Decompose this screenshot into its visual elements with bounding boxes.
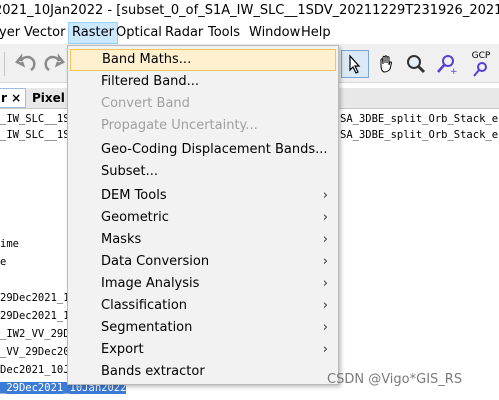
menu-item-dem-tools[interactable]: DEM Tools › — [70, 185, 336, 207]
menu-item-label: Subset... — [101, 164, 159, 179]
menu-item-filtered-band[interactable]: Filtered Band... — [70, 71, 336, 93]
tree-line[interactable]: e — [0, 256, 6, 268]
pin-tool-icon[interactable]: + — [432, 50, 460, 78]
tree-line[interactable]: _IW_SLC__1SD — [0, 129, 76, 141]
menu-item-label: Bands extractor — [101, 364, 205, 379]
menu-item-label: Data Conversion — [101, 254, 210, 269]
pan-hand-icon[interactable] — [372, 50, 400, 78]
menu-item-label: Geo-Coding Displacement Bands... — [101, 142, 328, 157]
submenu-arrow-icon: › — [322, 254, 328, 269]
menu-item-geometric[interactable]: Geometric › — [70, 207, 336, 229]
submenu-arrow-icon: › — [322, 210, 328, 225]
menu-window[interactable]: Window — [246, 22, 303, 44]
svg-text:+: + — [450, 67, 457, 75]
menu-item-label: DEM Tools — [101, 188, 167, 203]
menu-item-band-maths[interactable]: Band Maths... — [70, 49, 336, 71]
menu-item-label: Masks — [101, 232, 142, 247]
menu-item-label: Export — [101, 342, 144, 357]
gcp-label: GCP — [471, 50, 491, 61]
tree-line[interactable]: 29Dec2021_10 — [0, 292, 76, 304]
submenu-arrow-icon: › — [322, 188, 328, 203]
tree-line[interactable]: _IW2_VV_29De — [0, 328, 76, 340]
menu-item-label: Geometric — [101, 210, 169, 225]
undo-icon[interactable] — [12, 50, 40, 78]
submenu-arrow-icon: › — [322, 298, 328, 313]
tree-line[interactable]: _VV_29Dec202 — [0, 346, 76, 358]
select-tool-icon[interactable] — [341, 50, 369, 78]
window-title: 2021_10Jan2022 - [subset_0_of_S1A_IW_SLC… — [0, 3, 499, 18]
tree-line[interactable]: Dec2021_10Ja — [0, 364, 76, 376]
tree-line[interactable]: _IW_SLC__1SD — [0, 113, 76, 125]
zoom-tool-icon[interactable] — [402, 50, 430, 78]
submenu-arrow-icon: › — [322, 320, 328, 335]
menu-tools[interactable]: Tools — [205, 22, 243, 44]
menu-radar[interactable]: Radar — [162, 22, 206, 44]
menu-item-image-analysis[interactable]: Image Analysis › — [70, 273, 336, 295]
tree-line[interactable]: 29Dec2021_10 — [0, 310, 76, 322]
menu-item-geo-coding-displacement[interactable]: Geo-Coding Displacement Bands... — [70, 139, 336, 161]
watermark: CSDN @Vigo*GIS_RS — [327, 372, 463, 387]
product-name-line: SA_3DBE_split_Orb_Stack_esd — [340, 129, 499, 141]
menu-item-label: Convert Band — [101, 96, 190, 111]
submenu-arrow-icon: › — [322, 342, 328, 357]
menu-help[interactable]: Help — [298, 22, 334, 44]
toolbar-separator — [4, 52, 5, 76]
menu-item-label: Image Analysis — [101, 276, 200, 291]
menu-bar: yer Vector Raster Optical Radar Tools Wi… — [0, 22, 499, 44]
menu-item-label: Propagate Uncertainty... — [101, 118, 258, 133]
menu-item-bands-extractor[interactable]: Bands extractor — [70, 361, 336, 383]
menu-vector[interactable]: Vector — [21, 22, 68, 44]
raster-menu-dropdown: Band Maths... Filtered Band... Convert B… — [67, 45, 339, 385]
product-name-line: SA_3DBE_split_Orb_Stack_esd — [340, 113, 499, 125]
menu-item-masks[interactable]: Masks › — [70, 229, 336, 251]
redo-icon[interactable] — [40, 50, 68, 78]
menu-layer[interactable]: yer — [0, 22, 23, 44]
menu-item-segmentation[interactable]: Segmentation › — [70, 317, 336, 339]
menu-optical[interactable]: Optical — [113, 22, 165, 44]
menu-raster[interactable]: Raster — [68, 22, 118, 44]
submenu-arrow-icon: › — [322, 276, 328, 291]
menu-item-propagate-uncertainty[interactable]: Propagate Uncertainty... — [70, 115, 336, 137]
menu-item-export[interactable]: Export › — [70, 339, 336, 361]
menu-item-classification[interactable]: Classification › — [70, 295, 336, 317]
menu-item-label: Band Maths... — [102, 52, 192, 67]
tab-product-explorer[interactable]: r × — [0, 88, 27, 108]
tree-line[interactable]: ime — [0, 238, 19, 250]
menu-item-label: Classification — [101, 298, 188, 313]
submenu-arrow-icon: › — [322, 232, 328, 247]
gcp-tool-icon[interactable]: GCP — [465, 50, 497, 78]
menu-item-subset[interactable]: Subset... — [70, 161, 336, 183]
menu-item-data-conversion[interactable]: Data Conversion › — [70, 251, 336, 273]
menu-item-convert-band[interactable]: Convert Band — [70, 93, 336, 115]
menu-item-label: Filtered Band... — [101, 74, 200, 89]
window-title-bar: 2021_10Jan2022 - [subset_0_of_S1A_IW_SLC… — [0, 0, 499, 22]
menu-item-label: Segmentation — [101, 320, 193, 335]
